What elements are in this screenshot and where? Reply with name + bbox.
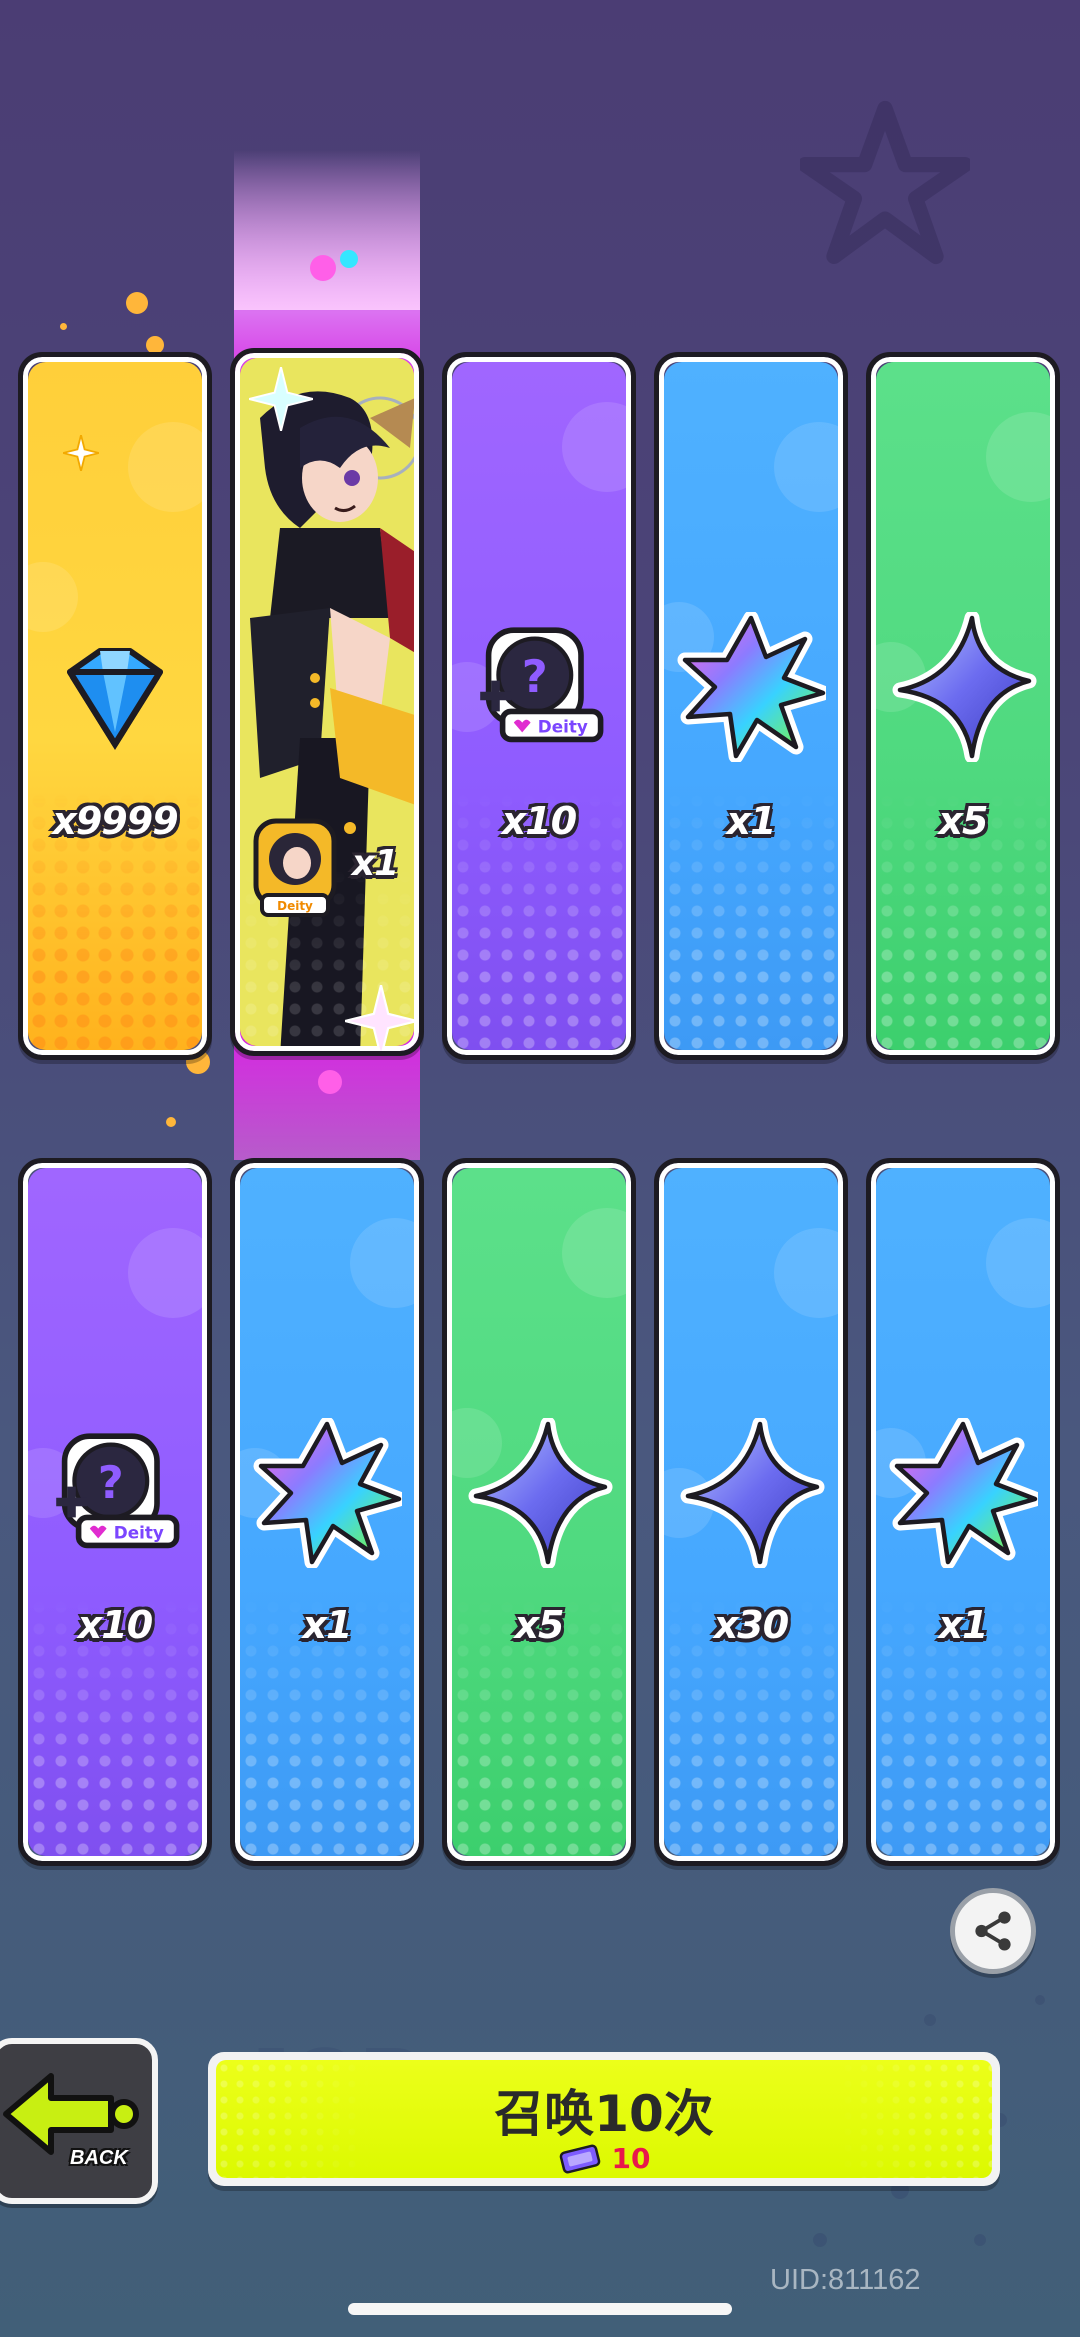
summon-cost-value: 10 bbox=[611, 2142, 651, 2175]
reward-quantity: x1 bbox=[302, 1603, 353, 1647]
reward-card-rainbow-star[interactable]: x1 bbox=[230, 1158, 424, 1866]
blue-star-icon bbox=[680, 1418, 825, 1568]
summon-cost: 10 bbox=[216, 2142, 992, 2175]
reward-card-deity-token[interactable]: ? Deity x10 bbox=[18, 1158, 212, 1866]
reward-quantity: x1 bbox=[938, 1603, 989, 1647]
background-star-doodle bbox=[800, 100, 970, 265]
reward-quantity: x10 bbox=[77, 1603, 153, 1647]
reward-card-diamonds[interactable]: x9999 bbox=[18, 352, 212, 1060]
rainbow-star-icon bbox=[677, 612, 826, 762]
reward-card-rainbow-star[interactable]: x1 bbox=[866, 1158, 1060, 1866]
rainbow-star-icon bbox=[889, 1418, 1038, 1568]
sparkle-orb bbox=[310, 255, 336, 281]
svg-text:?: ? bbox=[522, 650, 548, 703]
token-badge-label: Deity bbox=[277, 899, 313, 913]
diamond-icon bbox=[67, 648, 163, 750]
user-id-label: UID:811162 bbox=[770, 2264, 921, 2296]
token-badge-label: Deity bbox=[114, 1522, 164, 1542]
character-token-icon: Deity bbox=[253, 818, 337, 917]
blue-star-icon bbox=[468, 1418, 613, 1568]
summon-ticket-icon bbox=[559, 2144, 600, 2173]
share-button[interactable] bbox=[950, 1888, 1036, 1974]
sparkle-icon bbox=[345, 985, 417, 1051]
mystery-deity-token-icon: ? Deity bbox=[56, 1433, 180, 1549]
reward-quantity: x30 bbox=[713, 1603, 789, 1647]
svg-text:?: ? bbox=[98, 1456, 124, 1509]
reward-quantity: x1 bbox=[726, 799, 777, 843]
reward-quantity: x5 bbox=[514, 1603, 565, 1647]
share-icon bbox=[975, 1911, 1011, 1951]
mystery-deity-token-icon: ? Deity bbox=[480, 627, 604, 743]
blue-star-icon bbox=[892, 612, 1037, 762]
back-label: BACK bbox=[70, 2147, 128, 2169]
sparkle-orb bbox=[126, 292, 148, 314]
sparkle-orb bbox=[60, 323, 67, 330]
reward-card-blue-star[interactable]: x5 bbox=[866, 352, 1060, 1060]
sparkle-orb bbox=[166, 1117, 176, 1127]
back-button[interactable]: BACK bbox=[0, 2038, 158, 2204]
reward-card-deity-token[interactable]: ? Deity x10 bbox=[442, 352, 636, 1060]
summon-button-label: 召唤10次 bbox=[494, 2085, 714, 2143]
reward-quantity: x10 bbox=[501, 799, 577, 843]
reward-quantity: x5 bbox=[938, 799, 989, 843]
sparkle-orb bbox=[340, 250, 358, 268]
reward-card-blue-star[interactable]: x5 bbox=[442, 1158, 636, 1866]
reward-quantity: x1 bbox=[351, 843, 399, 884]
sparkle-icon bbox=[249, 367, 313, 431]
sparkle-icon bbox=[63, 435, 99, 471]
sparkle-orb bbox=[318, 1070, 342, 1094]
reward-card-character[interactable]: Deity x1 bbox=[230, 348, 424, 1056]
reward-card-rainbow-star[interactable]: x1 bbox=[654, 352, 848, 1060]
reward-quantity: x9999 bbox=[52, 799, 178, 843]
rainbow-star-icon bbox=[253, 1418, 402, 1568]
reward-card-blue-star[interactable]: x30 bbox=[654, 1158, 848, 1866]
summon-10x-button[interactable]: 召唤10次 10 bbox=[208, 2052, 1000, 2186]
home-indicator[interactable] bbox=[348, 2303, 732, 2315]
token-badge-label: Deity bbox=[538, 716, 588, 736]
